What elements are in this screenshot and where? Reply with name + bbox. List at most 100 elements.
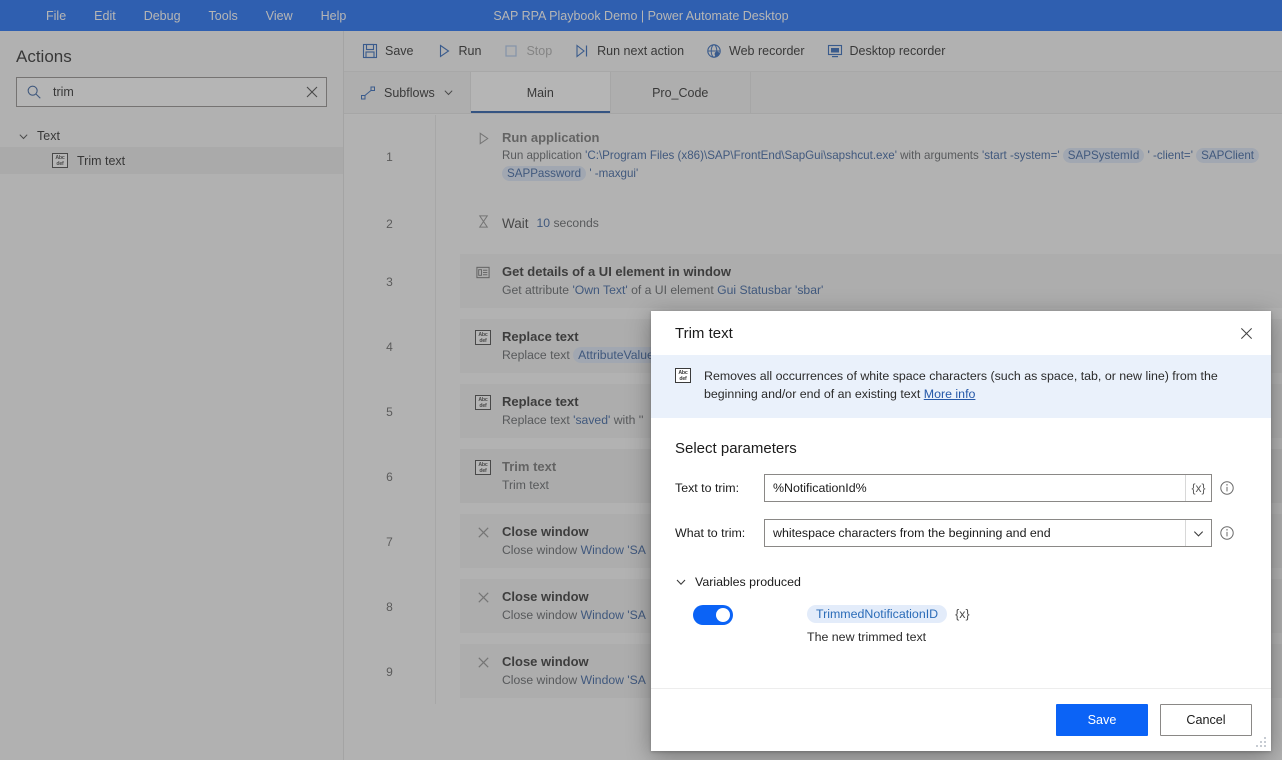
dialog-body: Select parameters Text to trim: {x} What… bbox=[651, 418, 1271, 688]
row-number: 1 bbox=[344, 115, 436, 198]
desktop-recorder-button[interactable]: Desktop recorder bbox=[817, 36, 956, 66]
action-title: Close window bbox=[502, 524, 589, 539]
web-recorder-button[interactable]: Web recorder bbox=[696, 36, 815, 66]
monitor-icon bbox=[827, 44, 842, 58]
flow-row[interactable]: 2 Wait 10 seconds bbox=[344, 198, 1282, 249]
chevron-down-icon bbox=[19, 133, 28, 139]
tree-group-text[interactable]: Text bbox=[0, 125, 343, 147]
resize-grip-icon[interactable] bbox=[1255, 736, 1267, 748]
web-recorder-label: Web recorder bbox=[729, 44, 805, 58]
run-button-label: Run bbox=[458, 44, 482, 58]
field-what-to-trim: What to trim: whitespace characters from… bbox=[675, 519, 1247, 547]
action-title: Replace text bbox=[502, 394, 579, 409]
card-body: Close window Close window Window 'SA bbox=[494, 588, 646, 624]
sub-part: Run application bbox=[502, 149, 586, 162]
variable-enabled-toggle[interactable] bbox=[693, 605, 733, 625]
dialog-title: Trim text bbox=[675, 324, 733, 342]
card-body: Run application Run application 'C:\Prog… bbox=[494, 129, 1270, 183]
actions-panel: Actions Text bbox=[0, 31, 344, 760]
sub-part: 'Own Text' bbox=[572, 283, 628, 297]
menu-item-view[interactable]: View bbox=[252, 0, 307, 31]
tab-main-label: Main bbox=[526, 85, 554, 100]
action-card[interactable]: Wait 10 seconds bbox=[460, 203, 1282, 244]
sub-part: Close window bbox=[502, 673, 581, 687]
close-icon bbox=[1240, 327, 1252, 339]
trim-text-dialog: Trim text Abc def Removes all occurrences… bbox=[651, 311, 1271, 751]
cancel-button[interactable]: Cancel bbox=[1160, 704, 1252, 736]
action-card[interactable]: Get details of a UI element in window Ge… bbox=[460, 254, 1282, 309]
sub-part: 'C:\Program Files (x86)\SAP\FrontEnd\Sap… bbox=[585, 149, 897, 162]
flow-row[interactable]: 3 Get details of a UI element in window … bbox=[344, 249, 1282, 314]
card-body: Trim text Trim text bbox=[494, 458, 556, 494]
menu-item-edit[interactable]: Edit bbox=[80, 0, 130, 31]
run-button[interactable]: Run bbox=[426, 36, 492, 66]
tab-main[interactable]: Main bbox=[470, 72, 611, 113]
card-icon bbox=[472, 212, 494, 229]
what-to-trim-control[interactable]: whitespace characters from the beginning… bbox=[764, 519, 1212, 547]
title-bar: File Edit Debug Tools View Help SAP RPA … bbox=[0, 0, 1282, 31]
action-title: Trim text bbox=[502, 459, 557, 474]
card-body: Replace text Replace text 'saved' with '… bbox=[494, 393, 643, 429]
menu-bar: File Edit Debug Tools View Help bbox=[0, 0, 360, 31]
field-info-button[interactable] bbox=[1212, 480, 1242, 496]
action-card[interactable]: Run application Run application 'C:\Prog… bbox=[460, 120, 1282, 193]
sub-part: Replace text bbox=[502, 413, 574, 427]
sub-part: ' -maxgui' bbox=[589, 167, 639, 180]
variables-produced-label: Variables produced bbox=[695, 575, 801, 589]
run-next-action-button[interactable]: Run next action bbox=[564, 36, 694, 66]
save-button[interactable]: Save bbox=[1056, 704, 1148, 736]
what-to-trim-value[interactable]: whitespace characters from the beginning… bbox=[765, 520, 1185, 546]
card-icon bbox=[472, 653, 494, 670]
search-icon bbox=[27, 85, 41, 99]
sub-part: Window 'SA bbox=[580, 608, 646, 622]
subflows-label: Subflows bbox=[384, 85, 435, 100]
sub-part: of a UI element bbox=[627, 283, 718, 297]
save-button[interactable]: Save bbox=[352, 36, 424, 66]
field-text-to-trim: Text to trim: {x} bbox=[675, 474, 1247, 502]
search-input[interactable] bbox=[43, 85, 304, 99]
tab-pro-code[interactable]: Pro_Code bbox=[610, 72, 751, 113]
wait-value: 10 bbox=[536, 216, 551, 230]
card-body: Close window Close window Window 'SA bbox=[494, 523, 646, 559]
card-body: Get details of a UI element in window Ge… bbox=[494, 263, 823, 299]
action-subtitle: Replace text 'saved' with '' bbox=[502, 411, 643, 429]
card-icon bbox=[472, 129, 494, 146]
variable-chip: SAPPassword bbox=[502, 166, 587, 181]
field-info-button[interactable] bbox=[1212, 525, 1242, 541]
actions-search-box[interactable] bbox=[16, 77, 327, 107]
variable-description: The new trimmed text bbox=[807, 630, 927, 644]
play-outline-icon bbox=[479, 132, 489, 145]
variables-produced-header[interactable]: Variables produced bbox=[675, 575, 1247, 589]
action-title: Get details of a UI element in window bbox=[502, 264, 731, 279]
card-icon bbox=[472, 588, 494, 605]
flow-toolbar: Save Run Stop Run next action Web record… bbox=[344, 31, 1282, 72]
card-icon: Abc def bbox=[472, 458, 494, 475]
tree-item-trim-text[interactable]: Abc def Trim text bbox=[0, 147, 343, 174]
row-number: 3 bbox=[344, 249, 436, 314]
abc-def-icon: Abc def bbox=[675, 368, 691, 383]
tree-item-label: Trim text bbox=[77, 153, 126, 168]
text-to-trim-control[interactable]: {x} bbox=[764, 474, 1212, 502]
variable-info: TrimmedNotificationID {x} The new trimme… bbox=[807, 605, 970, 644]
actions-heading: Actions bbox=[16, 47, 72, 66]
menu-item-file[interactable]: File bbox=[32, 0, 80, 31]
variable-picker-button[interactable]: {x} bbox=[1185, 475, 1211, 501]
play-icon bbox=[439, 44, 449, 58]
menu-item-tools[interactable]: Tools bbox=[195, 0, 252, 31]
more-info-link[interactable]: More info bbox=[924, 387, 976, 401]
what-to-trim-dropdown-button[interactable] bbox=[1185, 520, 1211, 546]
menu-item-help[interactable]: Help bbox=[307, 0, 361, 31]
flow-row[interactable]: 1 Run application Run application 'C:\Pr… bbox=[344, 115, 1282, 198]
sub-part: Close window bbox=[502, 608, 581, 622]
text-to-trim-input[interactable] bbox=[765, 475, 1185, 501]
menu-item-debug[interactable]: Debug bbox=[130, 0, 195, 31]
subflows-button[interactable]: Subflows bbox=[344, 72, 471, 113]
close-button[interactable] bbox=[1229, 316, 1263, 350]
variable-name-chip[interactable]: TrimmedNotificationID bbox=[807, 605, 948, 623]
clear-search-icon[interactable] bbox=[304, 84, 320, 100]
chevron-down-icon bbox=[444, 90, 453, 96]
sub-part: 'start -system=' bbox=[982, 149, 1060, 162]
sub-part: ' -client=' bbox=[1147, 149, 1193, 162]
close-x-icon bbox=[477, 592, 489, 603]
run-next-action-label: Run next action bbox=[597, 44, 685, 58]
